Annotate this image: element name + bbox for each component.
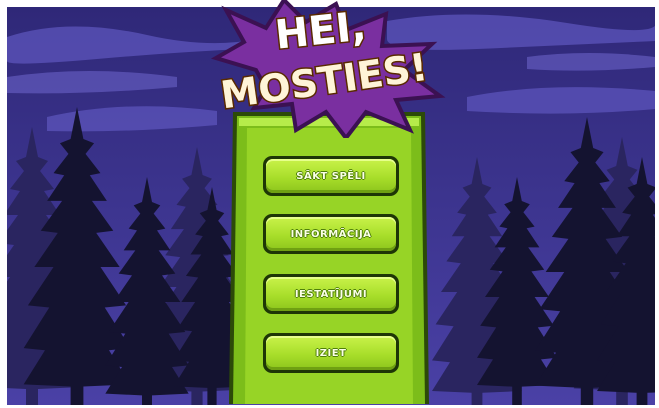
game-title-logo: HEI, MOSTIES!	[210, 0, 446, 138]
settings-button[interactable]: IESTATĪJUMI	[263, 274, 399, 314]
information-label: INFORMĀCIJA	[290, 228, 372, 240]
information-button[interactable]: INFORMĀCIJA	[263, 214, 399, 254]
settings-label: IESTATĪJUMI	[294, 288, 368, 300]
title-line-1: HEI,	[273, 3, 368, 58]
quit-label: IZIET	[315, 347, 347, 359]
start-game-label: SĀKT SPĒLI	[296, 170, 366, 182]
quit-button[interactable]: IZIET	[263, 333, 399, 373]
start-game-button[interactable]: SĀKT SPĒLI	[263, 156, 399, 196]
